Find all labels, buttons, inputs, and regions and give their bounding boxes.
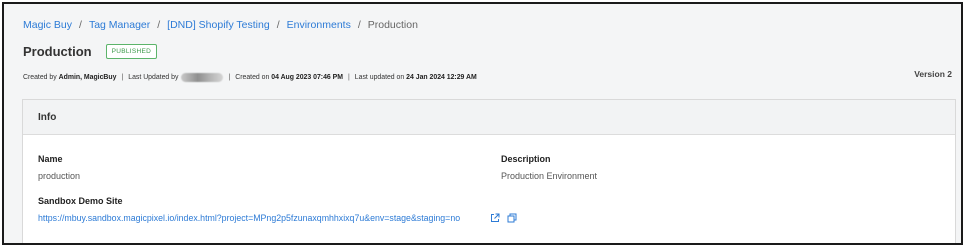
created-by-label: Created by <box>23 74 57 81</box>
info-card: Info Name production Description Product… <box>22 99 956 243</box>
status-badge: PUBLISHED <box>105 44 158 59</box>
breadcrumb-item-shopify-testing[interactable]: [DND] Shopify Testing <box>167 19 270 31</box>
sandbox-url-link[interactable]: https://mbuy.sandbox.magicpixel.io/index… <box>38 213 460 223</box>
info-card-header: Info <box>23 100 955 135</box>
external-link-icon[interactable] <box>490 213 500 223</box>
created-by-value: Admin, MagicBuy <box>58 74 117 81</box>
app-window: Magic Buy / Tag Manager / [DND] Shopify … <box>2 2 963 245</box>
meta-separator: | <box>228 74 231 81</box>
breadcrumb-item-tag-manager[interactable]: Tag Manager <box>89 19 150 31</box>
description-value: Production Environment <box>501 171 598 181</box>
copy-icon[interactable] <box>507 213 517 223</box>
version-label: Version 2 <box>914 69 952 79</box>
breadcrumb-separator: / <box>276 19 280 31</box>
description-label: Description <box>501 154 551 164</box>
created-on-value: 04 Aug 2023 07:46 PM <box>271 74 343 81</box>
page-title: Production <box>23 44 92 59</box>
last-updated-by-label: Last Updated by <box>128 74 179 81</box>
meta-info: Created by Admin, MagicBuy | Last Update… <box>23 73 477 82</box>
meta-separator: | <box>121 74 124 81</box>
created-on-label: Created on <box>235 74 270 81</box>
sandbox-label: Sandbox Demo Site <box>38 196 123 206</box>
breadcrumb-separator: / <box>79 19 82 31</box>
name-label: Name <box>38 154 63 164</box>
last-updated-value: 24 Jan 2024 12:29 AM <box>406 74 477 81</box>
breadcrumb: Magic Buy / Tag Manager / [DND] Shopify … <box>23 19 418 31</box>
breadcrumb-item-magic-buy[interactable]: Magic Buy <box>23 19 72 31</box>
redacted-username <box>181 73 224 82</box>
breadcrumb-separator: / <box>357 19 361 31</box>
breadcrumb-current: Production <box>367 19 418 31</box>
last-updated-label: Last updated on <box>354 74 405 81</box>
name-value: production <box>38 171 81 181</box>
breadcrumb-item-environments[interactable]: Environments <box>287 19 351 31</box>
breadcrumb-separator: / <box>157 19 161 31</box>
meta-separator: | <box>348 74 350 81</box>
title-row: Production PUBLISHED <box>23 44 158 59</box>
